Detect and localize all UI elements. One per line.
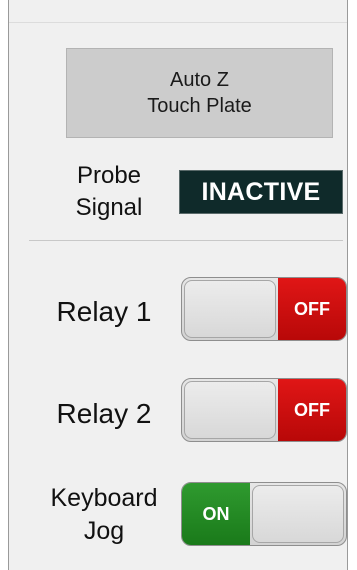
auto-z-touch-plate-button[interactable]: Auto Z Touch Plate bbox=[66, 48, 333, 138]
keyboard-jog-state: ON bbox=[182, 483, 250, 545]
touch-plate-line1: Auto Z bbox=[170, 69, 229, 91]
keyboard-jog-toggle-knob bbox=[252, 485, 344, 543]
relay2-state: OFF bbox=[278, 379, 346, 441]
probe-status-badge: INACTIVE bbox=[179, 170, 343, 214]
relay2-toggle-knob bbox=[184, 381, 276, 439]
top-divider bbox=[9, 22, 347, 23]
probe-signal-label: Probe Signal bbox=[39, 160, 179, 224]
keyboard-jog-label: Keyboard Jog bbox=[29, 482, 179, 548]
relay1-label: Relay 1 bbox=[56, 296, 152, 327]
keyboard-jog-line2: Jog bbox=[83, 517, 125, 545]
relay1-toggle[interactable]: OFF bbox=[181, 277, 347, 341]
probe-label-line2: Signal bbox=[75, 194, 143, 221]
section-divider bbox=[29, 240, 343, 241]
keyboard-jog-line1: Keyboard bbox=[50, 484, 158, 512]
relay2-toggle[interactable]: OFF bbox=[181, 378, 347, 442]
probe-label-line1: Probe bbox=[76, 162, 142, 189]
keyboard-jog-toggle[interactable]: ON bbox=[181, 482, 347, 546]
relay1-state: OFF bbox=[278, 278, 346, 340]
touch-plate-line2: Touch Plate bbox=[147, 95, 252, 117]
relay1-toggle-knob bbox=[184, 280, 276, 338]
relay2-label: Relay 2 bbox=[56, 398, 152, 429]
control-panel: Auto Z Touch Plate Probe Signal INACTIVE… bbox=[8, 0, 348, 570]
